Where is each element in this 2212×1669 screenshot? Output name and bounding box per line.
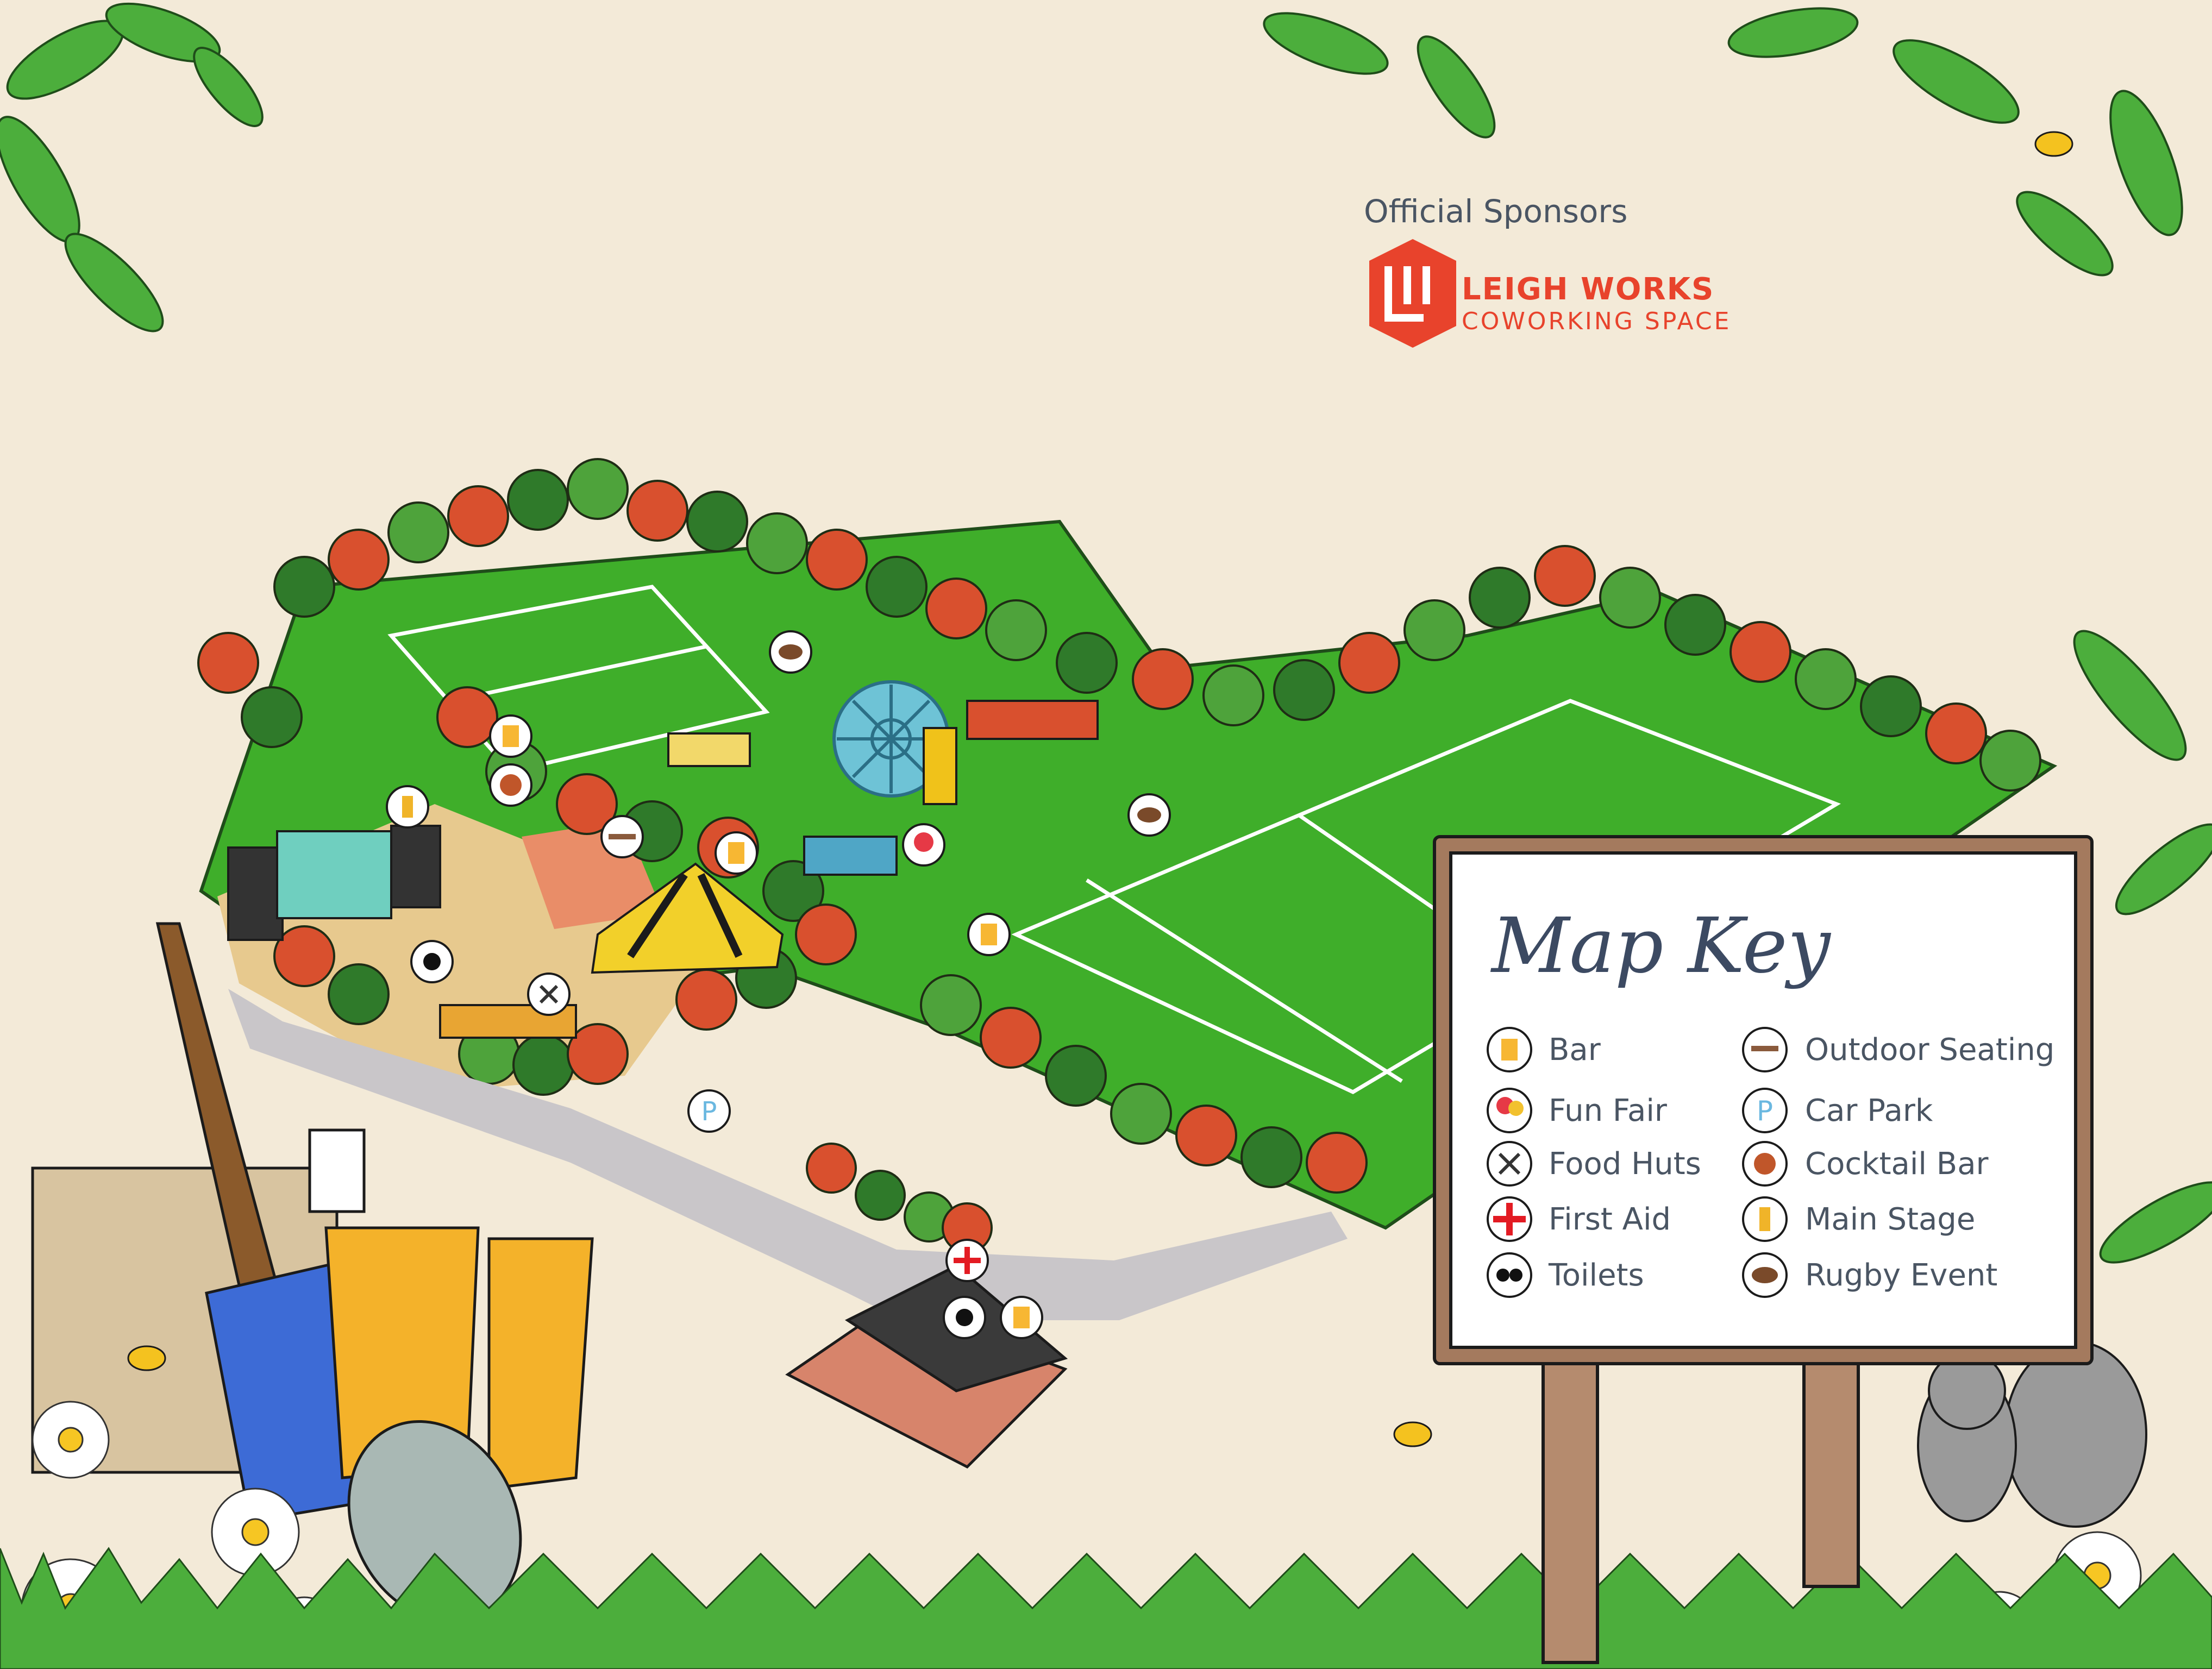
sponsor-logo-emblem bbox=[1369, 239, 1456, 348]
key-label-food-huts: Food Huts bbox=[1549, 1146, 1701, 1182]
key-label-outdoor-seating: Outdoor Seating bbox=[1805, 1032, 2055, 1068]
market-stalls bbox=[667, 732, 751, 767]
gazebo-stall bbox=[803, 836, 898, 876]
map-key-title: Map Key bbox=[1492, 902, 1831, 990]
svg-text:P: P bbox=[1757, 1095, 1773, 1127]
map-illustration: P P bbox=[0, 2, 2212, 1669]
key-label-bar: Bar bbox=[1549, 1032, 1601, 1068]
key-label-first-aid: First Aid bbox=[1549, 1202, 1671, 1237]
key-label-fun-fair: Fun Fair bbox=[1549, 1093, 1667, 1128]
grass-strip bbox=[0, 1547, 2212, 1669]
key-label-rugby-event: Rugby Event bbox=[1805, 1258, 1998, 1293]
sponsor-name: LEIGH WORKS bbox=[1462, 272, 1715, 307]
festival-map: P P Official Sponsors LEIGH WORKS COWORK… bbox=[0, 0, 2212, 1669]
key-label-cocktail-bar: Cocktail Bar bbox=[1805, 1146, 1989, 1182]
helter-skelter bbox=[923, 727, 957, 805]
food-huts-row-top bbox=[966, 700, 1099, 740]
key-label-car-park: Car Park bbox=[1805, 1093, 1933, 1128]
svg-text:P: P bbox=[701, 1096, 717, 1127]
squirrel bbox=[1917, 1341, 2147, 1528]
foliage-top-left bbox=[0, 2, 264, 332]
key-label-main-stage: Main Stage bbox=[1805, 1202, 1976, 1237]
sponsors-heading: Official Sponsors bbox=[1364, 193, 1628, 230]
sponsor-tagline: COWORKING SPACE bbox=[1462, 308, 1732, 335]
key-label-toilets: Toilets bbox=[1549, 1258, 1644, 1293]
